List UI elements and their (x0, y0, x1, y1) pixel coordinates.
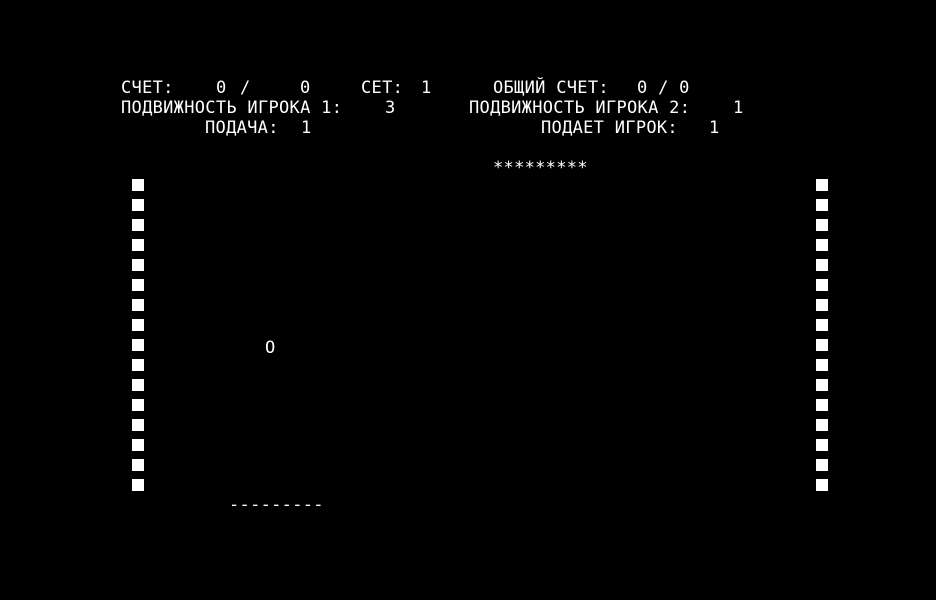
score-label: СЧЕТ: (121, 78, 174, 98)
wall-block (816, 179, 828, 191)
total-score-label: ОБЩИЙ СЧЕТ: (493, 78, 609, 98)
wall-block (816, 199, 828, 211)
wall-block (816, 319, 828, 331)
mobility-player2-value: 1 (733, 98, 744, 118)
serve-label: ПОДАЧА: (205, 118, 279, 138)
mobility-player2-label: ПОДВИЖНОСТЬ ИГРОКА 2: (469, 98, 691, 118)
set-label: СЕТ: (361, 78, 404, 98)
wall-block (816, 439, 828, 451)
wall-block (816, 239, 828, 251)
wall-block (816, 419, 828, 431)
wall-block (816, 379, 828, 391)
wall-block (132, 199, 144, 211)
score-player1: 0 (216, 78, 227, 98)
wall-block (132, 379, 144, 391)
serve-value: 1 (301, 118, 312, 138)
wall-block (816, 219, 828, 231)
wall-block (816, 359, 828, 371)
wall-block (816, 459, 828, 471)
wall-block (816, 479, 828, 491)
wall-block (132, 359, 144, 371)
score-player2: 0 (300, 78, 311, 98)
wall-block (816, 279, 828, 291)
wall-block (132, 299, 144, 311)
wall-block (132, 419, 144, 431)
wall-block (816, 399, 828, 411)
wall-block (132, 279, 144, 291)
set-value: 1 (421, 78, 432, 98)
serving-player-value: 1 (709, 118, 720, 138)
wall-block (132, 459, 144, 471)
ball: O (265, 338, 276, 358)
wall-block (132, 319, 144, 331)
game-screen: СЧЕТ: 0 / 0 СЕТ: 1 ОБЩИЙ СЧЕТ: 0 / 0 ПОД… (0, 0, 936, 600)
wall-block (132, 179, 144, 191)
mobility-player1-value: 3 (385, 98, 396, 118)
score-separator: / (240, 78, 251, 98)
wall-block (132, 239, 144, 251)
wall-block (132, 479, 144, 491)
wall-block (132, 339, 144, 351)
total-score-value: 0 / 0 (637, 78, 690, 98)
wall-block (132, 259, 144, 271)
paddle-bottom: --------- (229, 495, 324, 515)
left-wall (132, 179, 144, 499)
wall-block (816, 339, 828, 351)
paddle-top: ********* (493, 158, 588, 178)
wall-block (816, 299, 828, 311)
wall-block (132, 399, 144, 411)
wall-block (816, 259, 828, 271)
wall-block (132, 219, 144, 231)
wall-block (132, 439, 144, 451)
serving-player-label: ПОДАЕТ ИГРОК: (541, 118, 678, 138)
mobility-player1-label: ПОДВИЖНОСТЬ ИГРОКА 1: (121, 98, 343, 118)
right-wall (816, 179, 828, 499)
